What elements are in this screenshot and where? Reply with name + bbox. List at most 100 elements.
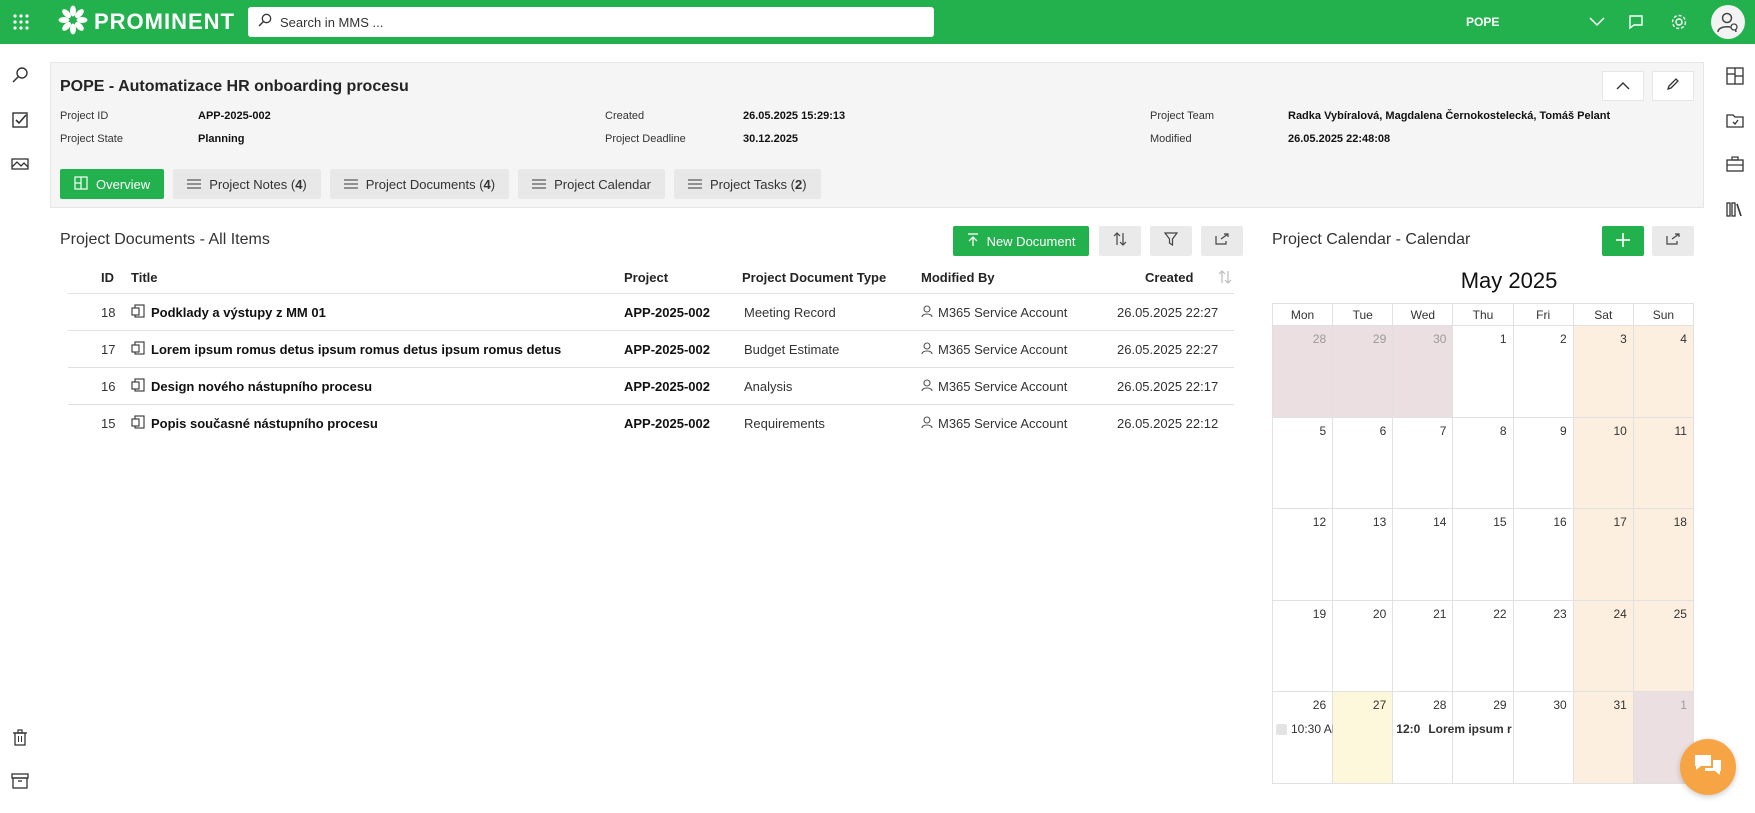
calendar-day-names: Mon Tue Wed Thu Fri Sat Sun <box>1273 304 1694 326</box>
calendar-day[interactable]: 14 <box>1393 509 1454 601</box>
calendar-day[interactable]: 19 <box>1273 600 1334 692</box>
column-header-id[interactable]: ID <box>101 262 114 292</box>
cell-title[interactable]: Lorem ipsum romus detus ipsum romus detu… <box>131 331 561 368</box>
search-input[interactable] <box>280 14 900 30</box>
gear-icon[interactable] <box>1668 11 1690 33</box>
sort-arrows-icon[interactable] <box>1218 262 1232 292</box>
chat-button[interactable] <box>1680 739 1736 795</box>
folder-sync-icon[interactable] <box>1725 110 1745 130</box>
prominent-logo[interactable]: PROMINENT <box>58 5 235 38</box>
chevron-down-icon[interactable] <box>1586 11 1608 33</box>
event-marker <box>1276 723 1287 735</box>
tab-project-calendar[interactable]: Project Calendar <box>518 169 665 199</box>
calendar-day[interactable]: 9 <box>1513 417 1574 509</box>
collapse-button[interactable] <box>1602 71 1644 101</box>
add-event-button[interactable] <box>1602 226 1644 256</box>
archive-icon[interactable] <box>10 771 30 791</box>
column-header-project[interactable]: Project <box>624 262 668 292</box>
calendar-day[interactable]: 28 12:0 Lorem ipsum r <box>1393 692 1512 784</box>
calendar-day[interactable]: 18 <box>1633 509 1694 601</box>
list-icon <box>532 177 547 192</box>
user-avatar[interactable] <box>1711 5 1745 39</box>
project-state-label: Project State <box>60 133 123 145</box>
table-row[interactable]: 16 Design nového nástupního procesu APP-… <box>68 367 1234 404</box>
calendar-day[interactable]: 5 <box>1273 417 1334 509</box>
calendar-day[interactable]: 28 <box>1273 326 1334 418</box>
cell-title[interactable]: Podklady a výstupy z MM 01 <box>131 294 326 331</box>
library-icon[interactable] <box>1725 199 1745 219</box>
site-selector-label[interactable]: POPE <box>1466 15 1499 29</box>
column-header-title[interactable]: Title <box>131 262 158 292</box>
calendar-day[interactable]: 4 <box>1633 326 1694 418</box>
new-document-button[interactable]: New Document <box>953 226 1089 256</box>
sort-arrows-icon <box>1113 231 1127 251</box>
calendar-day[interactable]: 27 <box>1333 692 1394 784</box>
calendar-day[interactable]: 17 <box>1573 509 1634 601</box>
calendar-day[interactable]: 3 <box>1573 326 1634 418</box>
feedback-icon[interactable] <box>1625 11 1647 33</box>
calendar-day[interactable]: 2 <box>1513 326 1574 418</box>
cell-modified-by[interactable]: M365 Service Account <box>921 405 1067 442</box>
calendar-day[interactable]: 23 <box>1513 600 1574 692</box>
calendar-day[interactable]: 22 <box>1453 600 1514 692</box>
page-title: POPE - Automatizace HR onboarding proces… <box>60 78 409 95</box>
calendar-day[interactable]: 16 <box>1513 509 1574 601</box>
cell-title[interactable]: Popis současné nástupního procesu <box>131 405 378 442</box>
calendar-day[interactable]: 24 <box>1573 600 1634 692</box>
tab-project-notes[interactable]: Project Notes (4) <box>173 169 321 199</box>
calendar-day[interactable]: 7 <box>1393 417 1454 509</box>
person-icon <box>921 304 933 321</box>
cell-modified-by[interactable]: M365 Service Account <box>921 331 1067 368</box>
sort-button[interactable] <box>1099 226 1141 256</box>
calendar-day[interactable]: 1 <box>1453 326 1514 418</box>
day-number: 19 <box>1312 606 1327 621</box>
calendar-day[interactable]: 26 10:30 AM <box>1273 692 1342 784</box>
calendar-day[interactable]: 12 <box>1273 509 1334 601</box>
cell-id: 18 <box>101 305 116 320</box>
column-header-document-type[interactable]: Project Document Type <box>742 262 886 292</box>
calendar-day[interactable]: 20 <box>1333 600 1394 692</box>
calendar-day[interactable]: 11 <box>1633 417 1694 509</box>
tasks-check-icon[interactable] <box>10 110 30 130</box>
calendar-day[interactable]: 21 <box>1393 600 1454 692</box>
tab-project-documents[interactable]: Project Documents (4) <box>329 169 510 199</box>
calendar-day[interactable]: 13 <box>1333 509 1394 601</box>
calendar-day[interactable]: 6 <box>1333 417 1394 509</box>
day-number: 7 <box>1439 423 1447 438</box>
calendar-day[interactable]: 10 <box>1573 417 1634 509</box>
app-launcher-icon[interactable] <box>12 13 30 31</box>
calendar-day[interactable]: 29 <box>1333 326 1394 418</box>
calendar-day[interactable]: 8 <box>1453 417 1514 509</box>
trash-icon[interactable] <box>10 728 30 748</box>
day-number: 6 <box>1379 423 1387 438</box>
calendar-day[interactable]: 29 <box>1453 692 1514 784</box>
column-header-created[interactable]: Created <box>1145 262 1193 292</box>
landscape-icon[interactable] <box>10 154 30 174</box>
table-row[interactable]: 17 Lorem ipsum romus detus ipsum romus d… <box>68 330 1234 367</box>
calendar-day[interactable]: 25 <box>1633 600 1694 692</box>
column-header-modified-by[interactable]: Modified By <box>921 262 995 292</box>
tab-project-tasks[interactable]: Project Tasks (2) <box>673 169 821 199</box>
briefcase-icon[interactable] <box>1725 154 1745 174</box>
calendar-open-external-button[interactable] <box>1652 226 1694 256</box>
cell-title[interactable]: Design nového nástupního procesu <box>131 368 372 405</box>
open-external-button[interactable] <box>1201 226 1243 256</box>
calendar-day[interactable]: 31 <box>1573 692 1634 784</box>
project-state-value: Planning <box>198 133 245 145</box>
calendar-day[interactable]: 15 <box>1453 509 1514 601</box>
edit-button[interactable] <box>1652 71 1694 101</box>
search-icon[interactable] <box>10 65 30 85</box>
tab-overview[interactable]: Overview <box>60 169 165 199</box>
calendar-day[interactable]: 30 <box>1393 326 1454 418</box>
cell-modified-by[interactable]: M365 Service Account <box>921 294 1067 331</box>
table-row[interactable]: 18 Podklady a výstupy z MM 01 APP-2025-0… <box>68 293 1234 330</box>
cell-modified-by[interactable]: M365 Service Account <box>921 368 1067 405</box>
cell-project: APP-2025-002 <box>624 342 710 357</box>
calendar-day[interactable]: 30 <box>1513 692 1574 784</box>
tab-label: Project Tasks <box>709 176 788 192</box>
search-box[interactable] <box>248 7 934 37</box>
layout-grid-icon[interactable] <box>1725 66 1745 86</box>
table-row[interactable]: 15 Popis současné nástupního procesu APP… <box>68 404 1234 441</box>
cell-created: 26.05.2025 22:27 <box>1117 342 1219 357</box>
filter-button[interactable] <box>1150 226 1192 256</box>
